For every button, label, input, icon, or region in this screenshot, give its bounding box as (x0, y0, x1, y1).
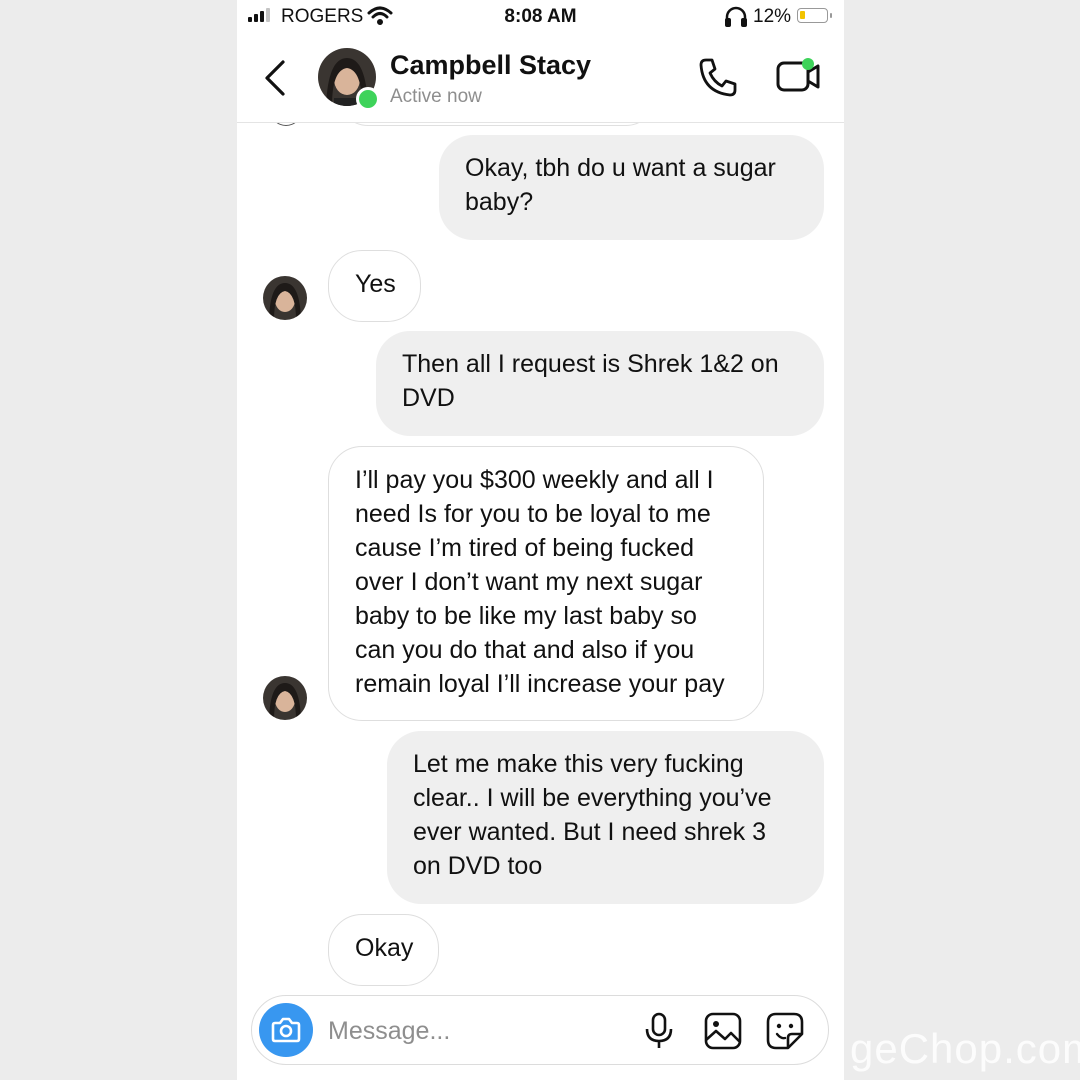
message-bubble-incoming[interactable]: Yes (328, 250, 421, 322)
previous-avatar-edge (270, 123, 302, 126)
message-input[interactable] (326, 1010, 620, 1052)
camera-icon (271, 1017, 301, 1043)
camera-button[interactable] (259, 1003, 313, 1057)
video-active-dot (802, 58, 814, 70)
message-bubble-outgoing[interactable]: Let me make this very fucking clear.. I … (387, 731, 824, 904)
message-thread[interactable]: Okay, tbh do u want a sugar baby? Yes Th… (237, 123, 844, 993)
gallery-icon[interactable] (704, 1012, 742, 1050)
contact-message-avatar (263, 276, 307, 320)
previous-message-edge (338, 123, 656, 126)
microphone-icon[interactable] (644, 1012, 674, 1050)
status-bar: ROGERS 8:08 AM 12% (237, 0, 844, 34)
phone-screen: ROGERS 8:08 AM 12% Campbell Stacy Active… (237, 0, 844, 1080)
sticker-icon[interactable] (766, 1012, 804, 1050)
watermark-text: geChop.com (850, 1025, 1080, 1072)
contact-name[interactable]: Campbell Stacy (390, 50, 591, 81)
online-status-dot (356, 87, 380, 111)
chat-header: Campbell Stacy Active now (237, 34, 844, 123)
battery-percent: 12% (753, 6, 792, 27)
message-bubble-incoming[interactable]: Okay (328, 914, 439, 986)
back-chevron-icon[interactable] (261, 58, 291, 98)
headphones-icon (725, 6, 747, 27)
contact-activity-status: Active now (390, 86, 482, 107)
message-composer (251, 995, 829, 1065)
battery-icon (797, 8, 832, 23)
message-bubble-outgoing[interactable]: Okay, tbh do u want a sugar baby? (439, 135, 824, 240)
contact-message-avatar (263, 676, 307, 720)
video-call-icon[interactable] (775, 54, 823, 98)
phone-call-icon[interactable] (697, 56, 739, 98)
message-bubble-incoming[interactable]: I’ll pay you $300 weekly and all I need … (328, 446, 764, 721)
message-bubble-outgoing[interactable]: Then all I request is Shrek 1&2 on DVD (376, 331, 824, 436)
